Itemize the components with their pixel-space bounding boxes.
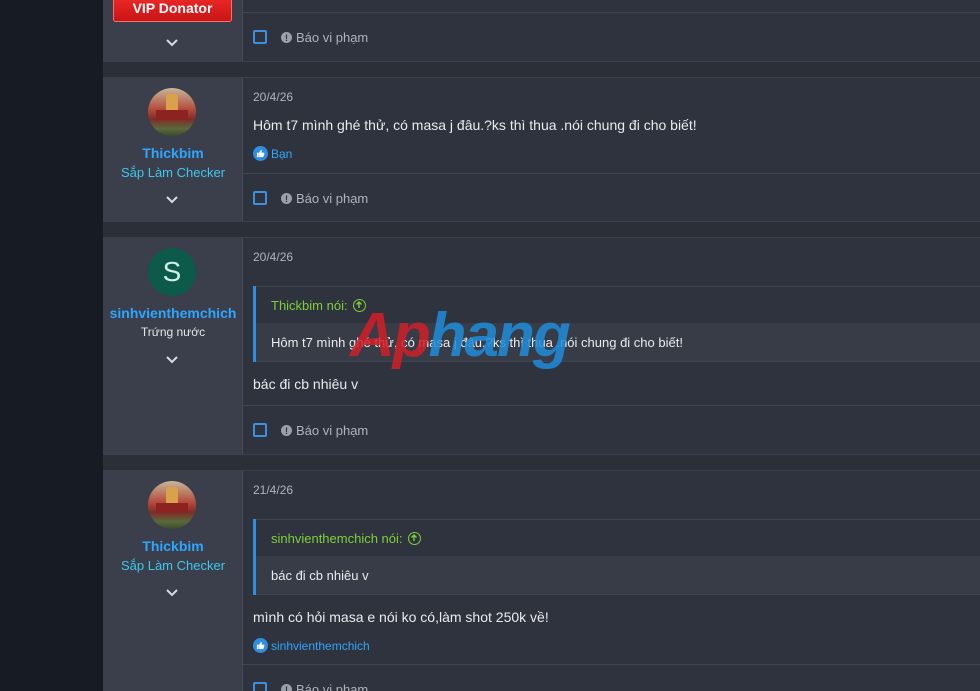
post-date[interactable]: 21/4/26 <box>253 483 293 497</box>
report-link[interactable]: ! Báo vi phạm <box>281 423 368 438</box>
info-icon: ! <box>281 425 292 436</box>
quote-author[interactable]: sinhvienthemchich nói: <box>271 531 403 546</box>
reactions-row[interactable]: sinhvienthemchich <box>253 638 370 653</box>
info-icon: ! <box>281 684 292 691</box>
post-main-column: 21/4/26 sinhvienthemchich nói: bác đi cb… <box>243 471 980 691</box>
vip-donator-badge: VIP Donator <box>113 0 232 22</box>
post-action-bar: ! Báo vi phạm <box>243 12 980 62</box>
quote-header[interactable]: sinhvienthemchich nói: <box>256 519 980 556</box>
post-action-bar: ! Báo vi phạm <box>243 173 980 223</box>
chevron-down-icon[interactable] <box>165 36 179 50</box>
report-label: Báo vi phạm <box>296 191 369 206</box>
post-user-column: S sinhvienthemchich Trứng nước <box>103 238 243 454</box>
post-user-column: Thickbim Sắp Làm Checker <box>103 78 243 221</box>
report-label: Báo vi phạm <box>296 30 369 45</box>
post-date[interactable]: 20/4/26 <box>253 250 293 264</box>
post-3: Thickbim Sắp Làm Checker 21/4/26 sinhvie… <box>103 470 980 691</box>
username-link[interactable]: Thickbim <box>103 145 243 161</box>
info-icon: ! <box>281 193 292 204</box>
quote-text: Hôm t7 mình ghé thử, có masa j đâu.?ks t… <box>256 323 980 362</box>
quote-block: sinhvienthemchich nói: bác đi cb nhiêu v <box>253 519 980 595</box>
select-post-checkbox[interactable] <box>253 191 267 205</box>
user-title: Sắp Làm Checker <box>120 165 226 180</box>
arrow-up-circle-icon[interactable] <box>407 531 421 545</box>
reaction-users[interactable]: Bạn <box>271 147 292 161</box>
post-action-bar: ! Báo vi phạm <box>243 664 980 691</box>
username-link[interactable]: Thickbim <box>103 538 243 554</box>
post-2: S sinhvienthemchich Trứng nước 20/4/26 T… <box>103 237 980 455</box>
post-main-column: 20/4/26 Thickbim nói: Hôm t7 mình ghé th… <box>243 238 980 454</box>
report-label: Báo vi phạm <box>296 423 369 438</box>
thumbs-up-icon <box>253 638 268 653</box>
chevron-down-icon[interactable] <box>165 353 179 367</box>
user-title: Trứng nước <box>140 325 206 339</box>
post-message: mình có hỏi masa e nói ko có,làm shot 25… <box>253 609 549 625</box>
quote-block: Thickbim nói: Hôm t7 mình ghé thử, có ma… <box>253 286 980 362</box>
user-title: Sắp Làm Checker <box>120 558 226 573</box>
post-main-column: ! Báo vi phạm <box>243 0 980 61</box>
post-date[interactable]: 20/4/26 <box>253 90 293 104</box>
post-message: bác đi cb nhiêu v <box>253 376 359 392</box>
select-post-checkbox[interactable] <box>253 682 267 691</box>
avatar[interactable] <box>148 88 196 136</box>
arrow-up-circle-icon[interactable] <box>352 298 366 312</box>
chevron-down-icon[interactable] <box>165 193 179 207</box>
report-link[interactable]: ! Báo vi phạm <box>281 191 368 206</box>
post-main-column: 20/4/26 Hôm t7 mình ghé thử, có masa j đ… <box>243 78 980 221</box>
quote-header[interactable]: Thickbim nói: <box>256 286 980 323</box>
post-1: Thickbim Sắp Làm Checker 20/4/26 Hôm t7 … <box>103 77 980 222</box>
select-post-checkbox[interactable] <box>253 30 267 44</box>
report-label: Báo vi phạm <box>296 682 369 691</box>
username-link[interactable]: sinhvienthemchich <box>103 305 243 321</box>
chevron-down-icon[interactable] <box>165 586 179 600</box>
quote-author[interactable]: Thickbim nói: <box>271 298 348 313</box>
avatar[interactable]: S <box>148 248 196 296</box>
reactions-row[interactable]: Bạn <box>253 146 292 161</box>
post-message: Hôm t7 mình ghé thử, có masa j đâu.?ks t… <box>253 117 697 133</box>
post-action-bar: ! Báo vi phạm <box>243 405 980 455</box>
info-icon: ! <box>281 32 292 43</box>
select-post-checkbox[interactable] <box>253 423 267 437</box>
left-sidebar-background <box>0 0 103 691</box>
report-link[interactable]: ! Báo vi phạm <box>281 30 368 45</box>
quote-text: bác đi cb nhiêu v <box>256 556 980 595</box>
post-partial-top: ! Báo vi phạm <box>103 0 980 62</box>
thumbs-up-icon <box>253 146 268 161</box>
reaction-users[interactable]: sinhvienthemchich <box>271 639 370 653</box>
post-user-column: Thickbim Sắp Làm Checker <box>103 471 243 691</box>
report-link[interactable]: ! Báo vi phạm <box>281 682 368 691</box>
avatar[interactable] <box>148 481 196 529</box>
